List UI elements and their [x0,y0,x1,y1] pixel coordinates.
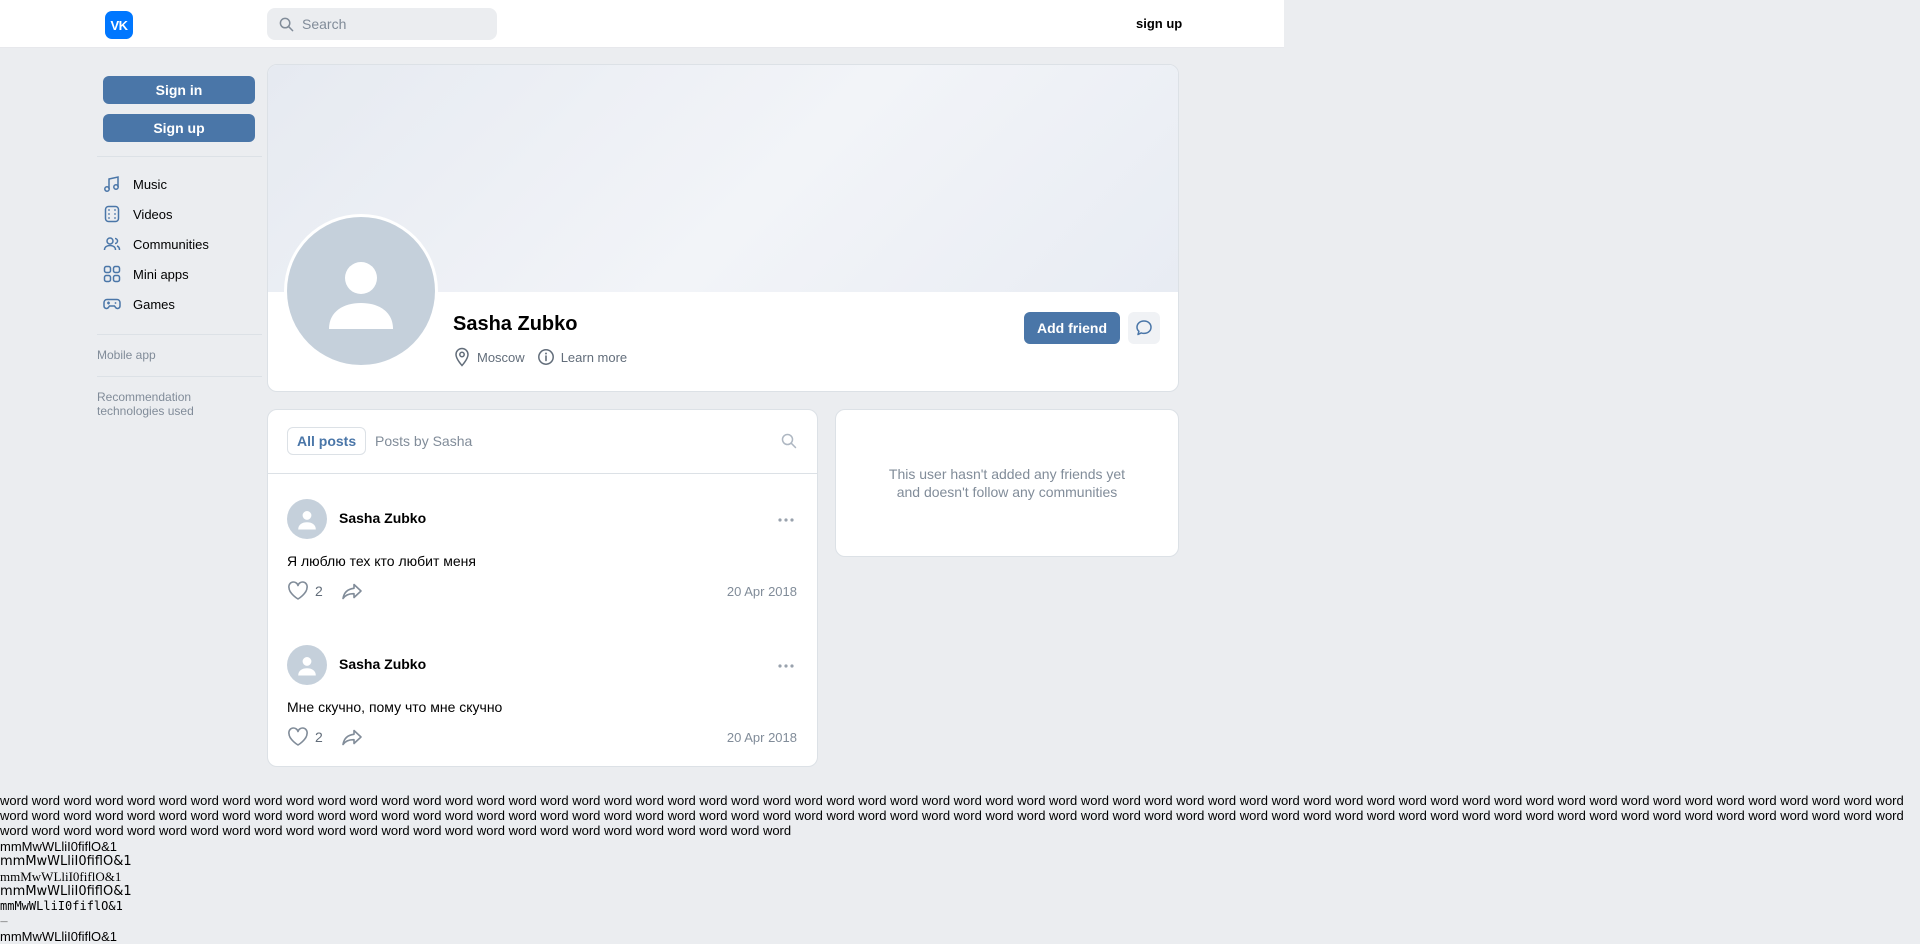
like-button[interactable]: 2 [287,727,323,747]
profile-name: Sasha Zubko [453,313,578,335]
post-date[interactable]: 20 Apr 2018 [727,584,797,599]
tab-posts-by-user[interactable]: Posts by Sasha [375,427,472,455]
post-author-avatar[interactable] [287,645,327,685]
search-icon [279,17,294,31]
search-input[interactable]: Search [267,8,497,40]
profile-avatar[interactable] [284,214,438,368]
profile-meta: Moscow Learn more [453,347,639,367]
friends-card: This user hasn't added any friends yet a… [835,409,1179,557]
message-button[interactable] [1128,312,1160,344]
learn-more-link[interactable]: Learn more [537,348,627,366]
font-test-block: mmMwWLliI0fiflO&1 mmMwWLliI0fiflO&1 mmMw… [0,839,132,944]
sidebar-item-label: Communities [133,236,209,252]
learn-more-label: Learn more [560,349,628,365]
sidebar-divider [97,334,262,335]
sidebar-item-label: Games [133,296,175,312]
word-test-text: word word word word word word word word … [0,793,1904,838]
video-icon [104,205,120,223]
profile-card: Sasha Zubko Moscow Learn more Add friend [267,64,1179,392]
sidebar-item-music[interactable]: Music [103,173,167,195]
sidebar-divider [97,156,262,157]
sidebar-item-videos[interactable]: Videos [103,203,173,225]
profile-city-label: Moscow [477,349,525,365]
font-sample: mmMwWLliI0fiflO&1 [0,884,132,899]
font-sample: mmMwWLliI0fiflO&1 [0,839,118,854]
wall-post: Sasha Zubko Я люблю тех кто любит меня 2… [268,499,817,645]
search-placeholder: Search [302,16,347,32]
sidebar-item-label: Videos [133,206,173,222]
friends-empty-text: This user hasn't added any friends yet a… [888,466,1126,500]
mobile-app-link[interactable]: Mobile app [97,348,156,362]
wall-search-icon[interactable] [781,433,797,449]
user-placeholder-icon [298,511,316,530]
like-button[interactable]: 2 [287,581,323,601]
post-text: Мне скучно, пому что мне скучно [287,699,503,715]
sidebar-item-mini-apps[interactable]: Mini apps [103,263,189,285]
like-count: 2 [315,583,323,599]
heart-icon [288,581,308,600]
font-sample: mmMwWLliI0fiflO&1 [0,854,132,869]
add-friend-button[interactable]: Add friend [1024,312,1120,344]
font-sample: mmMwWLliI0fiflO&1 [0,869,122,884]
sidebar-item-label: Music [133,176,167,192]
communities-icon [103,237,121,251]
wall-post: Sasha Zubko Мне скучно, пому что мне ску… [268,645,817,791]
post-text: Я люблю тех кто любит меня [287,553,476,569]
more-options-icon[interactable] [777,511,795,529]
signup-button[interactable]: Sign up [103,114,255,142]
post-date[interactable]: 20 Apr 2018 [727,730,797,745]
font-sample: mmMwWLliI0fiflO&1 [0,929,118,944]
location-pin-icon [455,347,469,367]
post-author-name[interactable]: Sasha Zubko [339,510,426,526]
tab-all-posts[interactable]: All posts [287,427,367,455]
like-count: 2 [315,729,323,745]
heart-icon [288,727,308,746]
music-icon [104,176,119,192]
message-icon [1136,320,1152,336]
share-icon[interactable] [341,727,363,747]
post-actions: 2 [287,727,363,747]
gamepad-icon [103,298,121,310]
sidebar-item-label: Mini apps [133,266,189,282]
profile-city: Moscow [453,347,525,367]
font-sample-dash: — [0,917,8,926]
user-placeholder-icon [298,657,316,676]
top-header: VK Search sign up [0,0,1284,48]
user-placeholder-icon [329,262,393,329]
info-icon [537,349,554,365]
sidebar-divider [97,376,262,377]
post-author-avatar[interactable] [287,499,327,539]
post-actions: 2 [287,581,363,601]
signin-button[interactable]: Sign in [103,76,255,104]
wall-posts-card: All posts Posts by Sasha Sasha Zubko Я л… [267,409,818,767]
share-icon[interactable] [341,581,363,601]
post-author-name[interactable]: Sasha Zubko [339,656,426,672]
header-signup-link[interactable]: sign up [1136,16,1182,31]
recommendation-link[interactable]: Recommendation technologies used [97,390,217,418]
more-options-icon[interactable] [777,657,795,675]
sidebar-item-games[interactable]: Games [103,293,175,315]
font-sample: mmMwWLliI0fiflO&1 [0,899,123,913]
wall-tabs: All posts Posts by Sasha [268,410,817,474]
sidebar-item-communities[interactable]: Communities [103,233,209,255]
vk-logo[interactable]: VK [105,11,133,39]
mini-apps-icon [103,265,121,283]
